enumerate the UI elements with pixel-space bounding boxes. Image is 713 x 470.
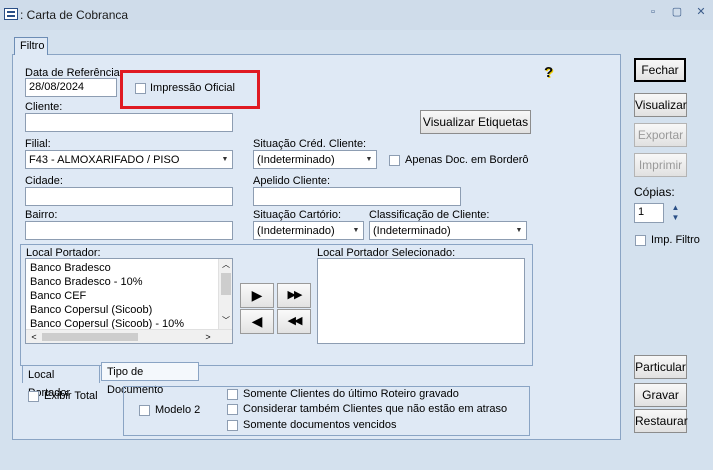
- list-item[interactable]: Banco Bradesco - 10%: [30, 276, 143, 288]
- minimize-icon[interactable]: ▫: [646, 5, 660, 19]
- copias-stepper[interactable]: ▲ ▼: [667, 203, 684, 223]
- move-all-right-button[interactable]: ▶▶: [277, 283, 311, 308]
- list-item[interactable]: Banco CEF: [30, 290, 86, 302]
- data-referencia-input[interactable]: 28/08/2024: [25, 78, 117, 97]
- modelo2-checkbox[interactable]: [139, 405, 150, 416]
- fechar-label: Fechar: [641, 63, 679, 77]
- restaurar-button[interactable]: Restaurar: [634, 409, 688, 433]
- help-icon[interactable]: ?: [544, 64, 558, 81]
- tab-local-portador[interactable]: Local Portador: [22, 365, 100, 399]
- modelo2-label: Modelo 2: [155, 404, 201, 416]
- visualizar-etiquetas-button[interactable]: Visualizar Etiquetas: [420, 110, 531, 134]
- situacao-cartorio-label: Situação Cartório:: [253, 209, 342, 221]
- opt-nao-atraso-checkbox[interactable]: [227, 404, 238, 415]
- scroll-right-icon[interactable]: >: [202, 330, 214, 343]
- cidade-label: Cidade:: [25, 175, 63, 187]
- local-portador-selecionado-list[interactable]: [317, 258, 525, 344]
- horizontal-scrollbar[interactable]: < >: [26, 329, 232, 343]
- tab-tipo-documento[interactable]: Tipo de Documento: [101, 362, 199, 396]
- situacao-cartorio-value: (Indeterminado): [257, 225, 335, 237]
- scroll-thumb[interactable]: [42, 333, 138, 341]
- classificacao-cliente-value: (Indeterminado): [373, 225, 451, 237]
- apelido-cliente-input[interactable]: [253, 187, 461, 206]
- list-item[interactable]: Banco Copersul (Sicoob): [30, 304, 152, 316]
- move-all-left-button[interactable]: ◀◀: [277, 309, 311, 334]
- apelido-cliente-label: Apelido Cliente:: [253, 175, 331, 187]
- gravar-label: Gravar: [642, 388, 679, 402]
- particular-label: Particular: [635, 360, 686, 374]
- app-window-icon: [4, 8, 18, 20]
- highlight-box: [120, 70, 260, 109]
- apenas-doc-bordero-label: Apenas Doc. em Borderô: [405, 154, 529, 166]
- opt-docs-vencidos-checkbox[interactable]: [227, 420, 238, 431]
- vertical-scrollbar[interactable]: ︿ ﹀: [218, 259, 232, 329]
- move-one-right-button[interactable]: ▶: [240, 283, 274, 308]
- local-portador-list[interactable]: Banco Bradesco Banco Bradesco - 10% Banc…: [25, 258, 233, 344]
- scroll-down-icon[interactable]: ﹀: [219, 315, 232, 327]
- visualizar-button[interactable]: Visualizar: [634, 93, 687, 117]
- chevron-down-icon: ▼: [365, 156, 373, 163]
- restaurar-label: Restaurar: [635, 414, 688, 428]
- copias-input[interactable]: 1: [634, 203, 664, 223]
- visualizar-etiquetas-label: Visualizar Etiquetas: [422, 115, 529, 129]
- maximize-icon[interactable]: ▢: [670, 5, 684, 19]
- fechar-button[interactable]: Fechar: [634, 58, 686, 82]
- imp-filtro-checkbox[interactable]: [635, 235, 646, 246]
- bairro-input[interactable]: [25, 221, 233, 240]
- chevron-down-icon: ▼: [221, 156, 229, 163]
- cliente-label: Cliente:: [25, 101, 63, 113]
- cidade-input[interactable]: [25, 187, 233, 206]
- opt-ultimo-roteiro-checkbox[interactable]: [227, 389, 238, 400]
- filial-select[interactable]: F43 - ALMOXARIFADO / PISO ▼: [25, 150, 233, 169]
- scroll-thumb[interactable]: [221, 273, 231, 295]
- classificacao-cliente-select[interactable]: (Indeterminado) ▼: [369, 221, 527, 240]
- particular-button[interactable]: Particular: [634, 355, 687, 379]
- stepper-up-icon[interactable]: ▲: [667, 203, 684, 213]
- opt-ultimo-roteiro-label: Somente Clientes do último Roteiro grava…: [243, 388, 459, 400]
- exibir-total-label: Exibir Total: [44, 390, 98, 402]
- gravar-button[interactable]: Gravar: [634, 383, 687, 407]
- visualizar-label: Visualizar: [635, 98, 687, 112]
- situacao-cred-select[interactable]: (Indeterminado) ▼: [253, 150, 377, 169]
- bairro-label: Bairro:: [25, 209, 58, 221]
- list-item[interactable]: Banco Bradesco: [30, 262, 111, 274]
- imp-filtro-label: Imp. Filtro: [651, 234, 700, 246]
- copias-label: Cópias:: [634, 185, 675, 199]
- situacao-cred-value: (Indeterminado): [257, 154, 335, 166]
- cliente-input[interactable]: [25, 113, 233, 132]
- tab-filtro[interactable]: Filtro: [14, 37, 48, 55]
- filial-value: F43 - ALMOXARIFADO / PISO: [29, 154, 180, 166]
- exportar-button[interactable]: Exportar: [634, 123, 687, 147]
- opt-nao-atraso-label: Considerar também Clientes que não estão…: [243, 403, 508, 415]
- exportar-label: Exportar: [637, 128, 684, 142]
- window-title: : Carta de Cobranca: [20, 8, 129, 22]
- filial-label: Filial:: [25, 138, 51, 150]
- stepper-down-icon[interactable]: ▼: [667, 213, 684, 223]
- situacao-cred-label: Situação Créd. Cliente:: [253, 138, 367, 150]
- chevron-down-icon: ▼: [515, 227, 523, 234]
- exibir-total-checkbox[interactable]: [28, 391, 39, 402]
- scroll-up-icon[interactable]: ︿: [219, 259, 232, 271]
- close-icon[interactable]: ✕: [694, 5, 708, 19]
- imprimir-button[interactable]: Imprimir: [634, 153, 687, 177]
- classificacao-cliente-label: Classificação de Cliente:: [369, 209, 490, 221]
- chevron-down-icon: ▼: [352, 227, 360, 234]
- apenas-doc-bordero-checkbox[interactable]: [389, 155, 400, 166]
- opt-docs-vencidos-label: Somente documentos vencidos: [243, 419, 397, 431]
- situacao-cartorio-select[interactable]: (Indeterminado) ▼: [253, 221, 364, 240]
- imprimir-label: Imprimir: [638, 158, 683, 172]
- scroll-left-icon[interactable]: <: [28, 330, 40, 343]
- move-one-left-button[interactable]: ◀: [240, 309, 274, 334]
